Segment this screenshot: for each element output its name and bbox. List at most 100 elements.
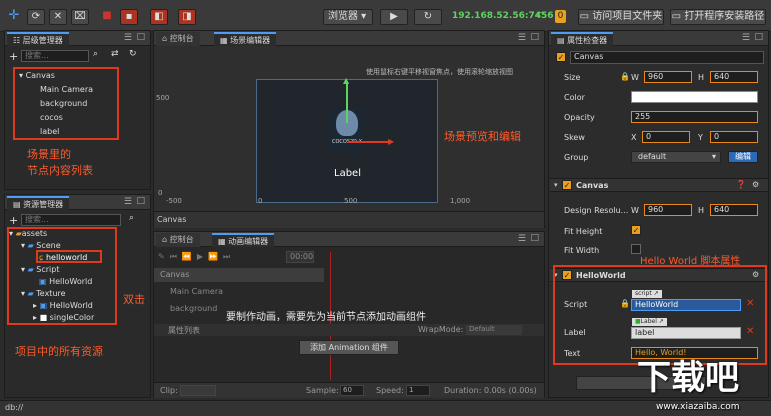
- panel-max-icon[interactable]: □: [530, 32, 539, 42]
- anim-row-background[interactable]: background: [170, 304, 217, 313]
- anim-playback-controls[interactable]: ✎⏮⏪▶⏩⏭: [158, 252, 235, 262]
- anim-row-canvas[interactable]: Canvas: [154, 268, 324, 282]
- skew-x-label: X: [631, 133, 637, 142]
- annotation-box-helloworld: [553, 265, 767, 365]
- move-tool-icon[interactable]: ✛: [5, 9, 23, 25]
- gizmo-y-axis[interactable]: [346, 81, 348, 123]
- assets-search-input[interactable]: 搜索...: [21, 214, 121, 226]
- annotation-scene: 场景预览和编辑: [444, 130, 521, 143]
- panel-max-icon[interactable]: □: [136, 196, 145, 206]
- design-w-label: W: [631, 206, 639, 215]
- node-active-checkbox[interactable]: ✓: [556, 52, 566, 62]
- sort-icon[interactable]: ⇄: [111, 49, 119, 59]
- open-install-label: 打开程序安装路径: [684, 11, 765, 22]
- anim-footer: Clip: Sample: 60 Speed: 1 Duration: 0.00…: [154, 382, 544, 398]
- play-button[interactable]: ▶: [380, 9, 408, 25]
- tab-scene-editor[interactable]: ▦ 场景编辑器: [214, 32, 277, 46]
- node-name-input[interactable]: Canvas: [570, 51, 764, 64]
- local-global-icon[interactable]: ■: [98, 9, 116, 25]
- opacity-label: Opacity: [564, 113, 595, 122]
- anim-frame-input[interactable]: 00:00: [286, 251, 314, 263]
- anim-row-main-camera[interactable]: Main Camera: [170, 287, 223, 296]
- color-swatch[interactable]: [631, 91, 758, 103]
- help-icon[interactable]: ❓: [736, 180, 746, 189]
- color-label: Color: [564, 93, 585, 102]
- editor-mode-icon[interactable]: ◧: [150, 9, 168, 25]
- fit-height-checkbox[interactable]: ✓: [631, 225, 641, 235]
- tab-console[interactable]: ⌂ 控制台: [156, 233, 200, 247]
- hierarchy-search-input[interactable]: 搜索...: [21, 50, 89, 62]
- annotation-box-hierarchy: [13, 67, 119, 140]
- anim-props-label: 属性列表: [168, 326, 200, 335]
- duration-label: Duration: 0.00s (0.00s): [444, 386, 537, 395]
- chevron-down-icon: ▾: [711, 152, 716, 161]
- panel-menu-icon[interactable]: ☰: [518, 234, 526, 244]
- tab-inspector[interactable]: ▤ 属性检查器: [551, 32, 614, 46]
- size-h-input[interactable]: 640: [710, 71, 758, 83]
- panel-menu-icon[interactable]: ☰: [518, 33, 526, 43]
- open-project-label: 访问项目文件夹: [592, 11, 663, 22]
- editor-layout-icon[interactable]: ◨: [178, 9, 196, 25]
- preview-platform-select[interactable]: 浏览器 ▾: [323, 9, 373, 25]
- group-edit-button[interactable]: 编辑: [728, 151, 758, 163]
- tab-assets[interactable]: ▤ 资源管理器: [7, 196, 70, 210]
- design-h-input[interactable]: 640: [710, 204, 758, 216]
- tab-label: 属性检查器: [567, 36, 608, 45]
- size-h-label: H: [698, 73, 705, 82]
- refresh-icon[interactable]: ↻: [129, 49, 137, 59]
- lock-icon[interactable]: 🔒: [620, 72, 630, 81]
- rotate-tool-icon[interactable]: ⟳: [27, 9, 45, 25]
- scale-tool-icon[interactable]: ✕: [49, 9, 67, 25]
- tab-hierarchy[interactable]: ☷ 层级管理器: [7, 32, 69, 46]
- notification-badge[interactable]: 0: [555, 10, 566, 23]
- panel-menu-icon[interactable]: ☰: [124, 197, 132, 207]
- rect-tool-icon[interactable]: ⌧: [71, 9, 89, 25]
- refresh-button[interactable]: ↻: [414, 9, 442, 25]
- status-path: db://: [5, 403, 24, 412]
- axis-x-500: 500: [344, 197, 358, 205]
- annotation-all-assets: 项目中的所有资源: [15, 345, 103, 358]
- opacity-input[interactable]: 255: [631, 111, 758, 123]
- sample-label: Sample:: [306, 386, 339, 395]
- skew-x-input[interactable]: 0: [642, 131, 690, 143]
- panel-menu-icon[interactable]: ☰: [124, 33, 132, 43]
- watermark-url: www.xiazaiba.com: [656, 402, 740, 412]
- tab-label: 动画编辑器: [228, 237, 269, 246]
- design-w-input[interactable]: 960: [644, 204, 692, 216]
- panel-max-icon[interactable]: □: [754, 32, 763, 42]
- add-asset-icon[interactable]: +: [9, 214, 18, 227]
- panel-max-icon[interactable]: □: [136, 32, 145, 42]
- sample-input[interactable]: 60: [340, 385, 364, 396]
- search-icon[interactable]: ⌕: [93, 49, 98, 59]
- panel-menu-icon[interactable]: ☰: [742, 33, 750, 43]
- pivot-center-icon[interactable]: ▪: [120, 9, 138, 25]
- assets-icon: ▤: [13, 200, 21, 209]
- tab-label: 控制台: [169, 34, 194, 43]
- tab-console[interactable]: ⌂ 控制台: [156, 32, 200, 46]
- tab-label: 控制台: [169, 235, 194, 244]
- size-label: Size: [564, 73, 581, 82]
- add-node-icon[interactable]: +: [9, 50, 18, 63]
- add-animation-button[interactable]: 添加 Animation 组件: [299, 340, 399, 355]
- canvas-component-header[interactable]: ▾ ✓ Canvas ❓ ⚙: [550, 178, 768, 192]
- panel-max-icon[interactable]: □: [530, 233, 539, 243]
- skew-y-input[interactable]: 0: [710, 131, 758, 143]
- annotation-hierarchy-line1: 场景里的: [27, 148, 71, 161]
- folder-icon: ▭: [579, 11, 590, 22]
- scene-label-node[interactable]: Label: [334, 168, 361, 179]
- component-enabled-checkbox[interactable]: ✓: [562, 180, 572, 190]
- group-select[interactable]: default ▾: [631, 151, 721, 163]
- fit-height-label: Fit Height: [564, 227, 603, 236]
- clip-select[interactable]: [180, 385, 216, 396]
- search-icon[interactable]: ⌕: [129, 213, 134, 223]
- fit-width-label: Fit Width: [564, 246, 600, 255]
- open-install-folder-button[interactable]: ▭ 打开程序安装路径: [670, 9, 766, 25]
- speed-input[interactable]: 1: [406, 385, 430, 396]
- wrapmode-select[interactable]: Default: [466, 325, 522, 335]
- size-w-label: W: [631, 73, 639, 82]
- size-w-input[interactable]: 960: [644, 71, 692, 83]
- gizmo-x-axis[interactable]: [348, 141, 392, 143]
- tab-animation-editor[interactable]: ▦ 动画编辑器: [212, 233, 275, 247]
- open-project-folder-button[interactable]: ▭ 访问项目文件夹: [578, 9, 664, 25]
- gear-icon[interactable]: ⚙: [752, 180, 759, 189]
